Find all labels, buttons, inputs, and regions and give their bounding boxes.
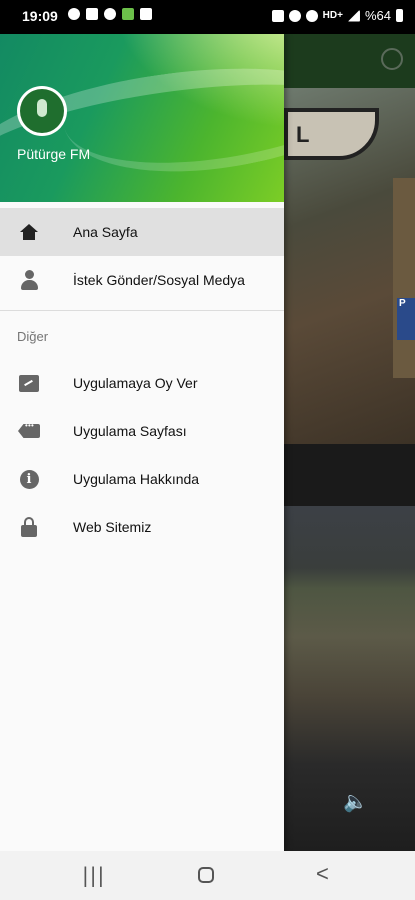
recents-button[interactable]: ||| <box>82 863 105 887</box>
network-type: HD+ <box>322 10 343 21</box>
alarm-icon <box>271 9 284 22</box>
menu-item-label: Web Sitemiz <box>73 519 152 535</box>
home-icon <box>18 221 40 243</box>
menu-item-oy-ver[interactable]: Uygulamaya Oy Ver <box>0 359 284 407</box>
info-icon: i <box>18 468 40 490</box>
status-indicators: HD+ %64 <box>271 8 403 23</box>
app-notification-icon <box>122 8 134 20</box>
menu-item-label: Uygulama Hakkında <box>73 471 200 487</box>
menu-item-hakkinda[interactable]: i Uygulama Hakkında <box>0 455 284 503</box>
header-photo: L DİNİZ P <box>284 88 415 444</box>
menu-item-label: İstek Gönder/Sosyal Medya <box>73 272 245 288</box>
person-icon <box>18 269 40 291</box>
app-name: Pütürge FM <box>17 146 91 162</box>
image-icon <box>140 8 152 20</box>
system-nav-bar: ||| < <box>0 851 415 900</box>
menu-item-label: Uygulamaya Oy Ver <box>73 375 198 391</box>
battery-icon <box>396 9 403 22</box>
home-button[interactable] <box>198 867 214 883</box>
back-button[interactable]: < <box>316 861 329 887</box>
tag-icon <box>18 420 40 442</box>
message-icon <box>86 8 98 20</box>
rate-review-icon <box>18 372 40 394</box>
location-icon <box>68 8 80 20</box>
app-logo <box>17 86 67 136</box>
twitter-icon <box>104 8 116 20</box>
menu-list: Ana Sayfa İstek Gönder/Sosyal Medya <box>0 202 284 304</box>
microphone-icon <box>20 89 64 133</box>
menu-item-istek-gonder[interactable]: İstek Gönder/Sosyal Medya <box>0 256 284 304</box>
signal-icon <box>347 9 360 22</box>
section-title: Diğer <box>17 329 49 344</box>
menu-item-uygulama-sayfasi[interactable]: Uygulama Sayfası <box>0 407 284 455</box>
drawer-header: Pütürge FM <box>0 34 284 202</box>
status-time: 19:09 <box>22 8 58 24</box>
status-bar: 19:09 HD+ %64 <box>0 0 415 34</box>
volume-icon[interactable]: 🔈 <box>343 789 368 814</box>
menu-item-web-sitemiz[interactable]: Web Sitemiz <box>0 503 284 551</box>
menu-item-ana-sayfa[interactable]: Ana Sayfa <box>0 208 284 256</box>
whatsapp-icon[interactable] <box>381 48 403 70</box>
notification-icons <box>68 8 152 20</box>
lock-icon <box>18 516 40 538</box>
battery-level: %64 <box>364 8 391 23</box>
photo-sign: L DİNİZ <box>284 108 379 160</box>
menu-item-label: Uygulama Sayfası <box>73 423 187 439</box>
mute-icon <box>288 9 301 22</box>
menu-item-label: Ana Sayfa <box>73 224 138 240</box>
secondary-menu-list: Uygulamaya Oy Ver Uygulama Sayfası i Uyg… <box>0 359 284 551</box>
photo-pole <box>393 178 415 378</box>
photo-blue-sign: P <box>397 298 415 340</box>
wifi-icon <box>305 9 318 22</box>
navigation-drawer: Pütürge FM Ana Sayfa İstek Gönder/Sosyal… <box>0 34 284 851</box>
